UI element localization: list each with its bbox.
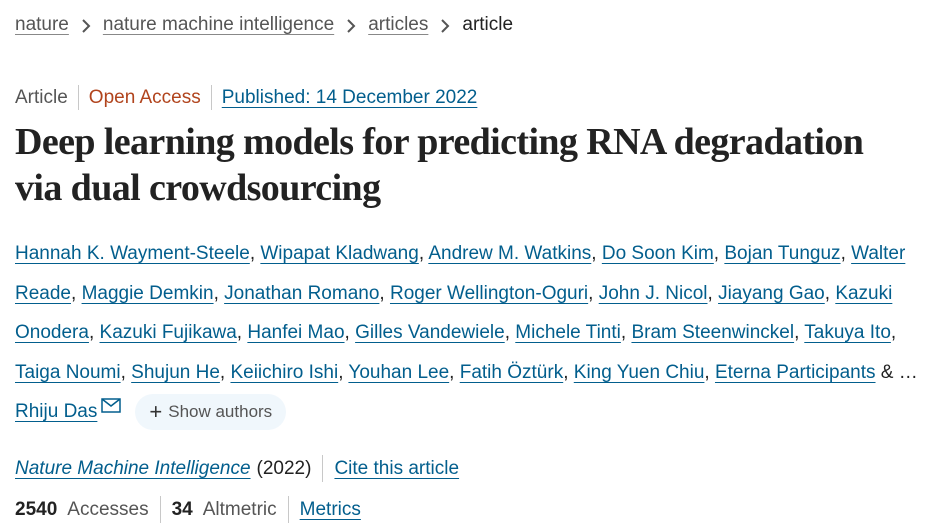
publication-year: (2022)	[256, 457, 312, 479]
accesses-label: Accesses	[67, 498, 149, 520]
author-link[interactable]: Hannah K. Wayment-Steele	[15, 243, 250, 264]
article-title-line-2: via dual crowdsourcing	[15, 167, 381, 209]
corresponding-author-link[interactable]: Rhiju Das	[15, 401, 97, 422]
mail-icon[interactable]	[101, 388, 122, 428]
author-link[interactable]: Hanfei Mao	[247, 322, 344, 343]
breadcrumb: nature nature machine intelligence artic…	[15, 14, 513, 36]
article-title: Deep learning models for predicting RNA …	[15, 119, 945, 211]
author-link[interactable]: Wipapat Kladwang	[260, 243, 418, 264]
author-link[interactable]: Kazuki Fujikawa	[100, 322, 237, 343]
divider	[77, 85, 79, 110]
journal-name-link[interactable]: Nature Machine Intelligence	[15, 458, 251, 480]
author-link[interactable]: Takuya Ito	[804, 322, 891, 343]
author-link[interactable]: Bojan Tunguz	[724, 243, 840, 264]
altmetric-label: Altmetric	[202, 498, 277, 520]
breadcrumb-nature[interactable]: nature	[15, 14, 69, 36]
author-link[interactable]: Michele Tinti	[515, 322, 621, 343]
article-metrics: 2540 Accesses 34 Altmetric Metrics	[15, 496, 361, 523]
altmetric-count: 34	[171, 498, 193, 520]
open-access-label: Open Access	[88, 86, 201, 108]
breadcrumb-articles[interactable]: articles	[368, 14, 428, 36]
author-link[interactable]: John J. Nicol	[599, 283, 708, 304]
divider	[159, 496, 161, 523]
chevron-right-icon	[69, 15, 103, 35]
article-meta: Article Open Access Published: 14 Decemb…	[15, 85, 477, 110]
breadcrumb-journal[interactable]: nature machine intelligence	[103, 14, 334, 36]
author-link[interactable]: Bram Steenwinckel	[631, 322, 794, 343]
article-type: Article	[15, 86, 68, 108]
author-link[interactable]: Fatih Öztürk	[460, 362, 563, 383]
author-link[interactable]: Gilles Vandewiele	[355, 322, 505, 343]
author-link[interactable]: Youhan Lee	[348, 362, 449, 383]
author-link[interactable]: Taiga Noumi	[15, 362, 121, 383]
author-link[interactable]: Andrew M. Watkins	[428, 243, 591, 264]
author-link[interactable]: Shujun He	[131, 362, 220, 383]
author-ellipsis: & …	[880, 361, 918, 383]
chevron-right-icon	[334, 15, 368, 35]
author-link[interactable]: Keiichiro Ishi	[230, 362, 338, 383]
cite-article-link[interactable]: Cite this article	[334, 458, 459, 480]
author-list: Hannah K. Wayment-Steele, Wipapat Kladwa…	[15, 234, 940, 432]
author-link[interactable]: Eterna Participants	[715, 362, 876, 383]
show-authors-label: Show authors	[168, 402, 273, 422]
author-link[interactable]: King Yuen Chiu	[574, 362, 705, 383]
chevron-right-icon	[428, 15, 462, 35]
journal-info: Nature Machine Intelligence (2022) Cite …	[15, 455, 459, 482]
published-date-link[interactable]: Published: 14 December 2022	[222, 87, 478, 109]
accesses-count: 2540	[15, 498, 58, 520]
author-link[interactable]: Maggie Demkin	[82, 283, 214, 304]
divider	[322, 455, 324, 482]
metrics-link[interactable]: Metrics	[300, 499, 361, 521]
author-link[interactable]: Do Soon Kim	[602, 243, 714, 264]
article-title-line-1: Deep learning models for predicting RNA …	[15, 121, 864, 163]
author-link[interactable]: Roger Wellington-Oguri	[390, 283, 588, 304]
breadcrumb-current: article	[462, 14, 514, 35]
author-link[interactable]: Jonathan Romano	[224, 283, 379, 304]
show-authors-button[interactable]: + Show authors	[135, 393, 287, 430]
divider	[210, 85, 212, 110]
plus-icon: +	[149, 398, 163, 424]
divider	[287, 496, 289, 523]
author-link[interactable]: Jiayang Gao	[718, 283, 825, 304]
